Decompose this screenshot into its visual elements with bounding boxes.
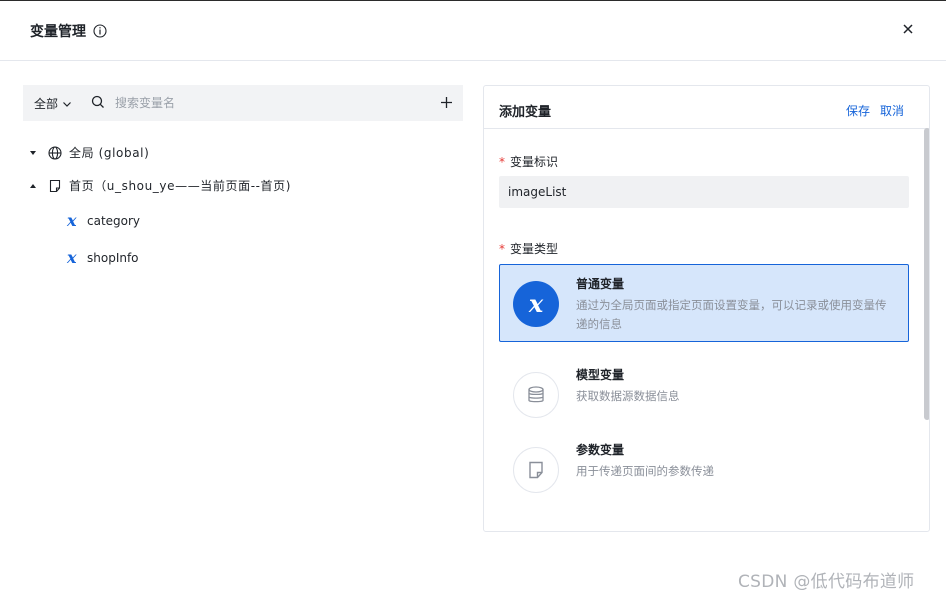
type-option-desc: 通过为全局页面或指定页面设置变量，可以记录或使用变量传递的信息 <box>576 298 887 331</box>
variable-filter-bar: 全部 <box>23 85 463 121</box>
required-mark: * <box>499 241 505 256</box>
variable-x-icon: x <box>528 289 544 318</box>
tree-node-page-label: 首页（u_shou_ye——当前页面--首页) <box>69 179 292 193</box>
search-input[interactable] <box>115 92 415 114</box>
tree-node-global[interactable]: 全局 (global) <box>23 136 463 169</box>
variable-name: shopInfo <box>87 250 139 265</box>
panel-scrollbar[interactable] <box>924 128 929 420</box>
variable-name: category <box>87 213 141 228</box>
info-icon[interactable] <box>93 24 107 38</box>
scope-label: 全部 <box>34 97 59 111</box>
variable-x-icon: x <box>67 210 77 230</box>
type-option-param[interactable]: 参数变量 用于传递页面间的参数传递 <box>499 430 909 508</box>
variable-type-label: * 变量类型 <box>499 240 558 257</box>
add-variable-icon[interactable] <box>440 96 453 109</box>
type-option-model[interactable]: 模型变量 获取数据源数据信息 <box>499 355 909 433</box>
chevron-down-icon <box>63 101 71 107</box>
tree-variable-item[interactable]: x category <box>23 202 463 239</box>
type-option-normal[interactable]: x 普通变量 通过为全局页面或指定页面设置变量，可以记录或使用变量传递的信息 <box>499 264 909 342</box>
dialog-title-text: 变量管理 <box>30 24 86 40</box>
tree-variable-item[interactable]: x shopInfo <box>23 239 463 276</box>
database-icon <box>528 386 544 403</box>
add-variable-panel: 添加变量 保存 取消 * 变量标识 * 变量类型 x 普通变量 通过为全局页面或… <box>483 85 930 532</box>
save-button[interactable]: 保存 <box>846 102 870 119</box>
variable-id-label: * 变量标识 <box>499 153 558 170</box>
type-option-name: 参数变量 <box>576 443 625 457</box>
tree-node-global-label: 全局 (global) <box>69 146 150 160</box>
variable-x-icon: x <box>67 247 77 267</box>
tree-node-page[interactable]: 首页（u_shou_ye——当前页面--首页) <box>23 169 463 202</box>
dialog-title: 变量管理 <box>30 21 107 41</box>
variable-management-dialog: 变量管理 全部 搜索变量名 全局 (global) 首页（u_shou_ye——… <box>0 0 946 595</box>
document-icon <box>529 461 543 479</box>
scope-dropdown[interactable]: 全部 <box>34 95 72 112</box>
page-icon <box>49 179 61 192</box>
cancel-button[interactable]: 取消 <box>880 102 904 119</box>
search-icon <box>91 95 104 108</box>
type-option-name: 普通变量 <box>576 277 625 291</box>
type-option-name: 模型变量 <box>576 368 625 382</box>
variable-tree: 全局 (global) 首页（u_shou_ye——当前页面--首页) x ca… <box>23 136 463 276</box>
caret-down-icon[interactable] <box>28 181 38 191</box>
type-option-desc: 用于传递页面间的参数传递 <box>576 464 714 478</box>
type-icon-circle: x <box>513 281 559 327</box>
variable-type-label-text: 变量类型 <box>510 242 559 256</box>
globe-icon <box>48 145 62 160</box>
panel-header: 添加变量 保存 取消 <box>484 86 929 129</box>
watermark: CSDN @低代码布道师 <box>738 572 915 592</box>
type-icon-circle <box>513 372 559 418</box>
variable-id-input[interactable] <box>499 176 909 208</box>
type-option-desc: 获取数据源数据信息 <box>576 389 680 403</box>
type-icon-circle <box>513 447 559 493</box>
variable-id-label-text: 变量标识 <box>510 155 559 169</box>
required-mark: * <box>499 154 505 169</box>
panel-title: 添加变量 <box>499 105 552 120</box>
close-icon[interactable] <box>901 22 915 36</box>
caret-right-icon[interactable] <box>28 148 38 158</box>
dialog-header: 变量管理 <box>0 1 946 61</box>
